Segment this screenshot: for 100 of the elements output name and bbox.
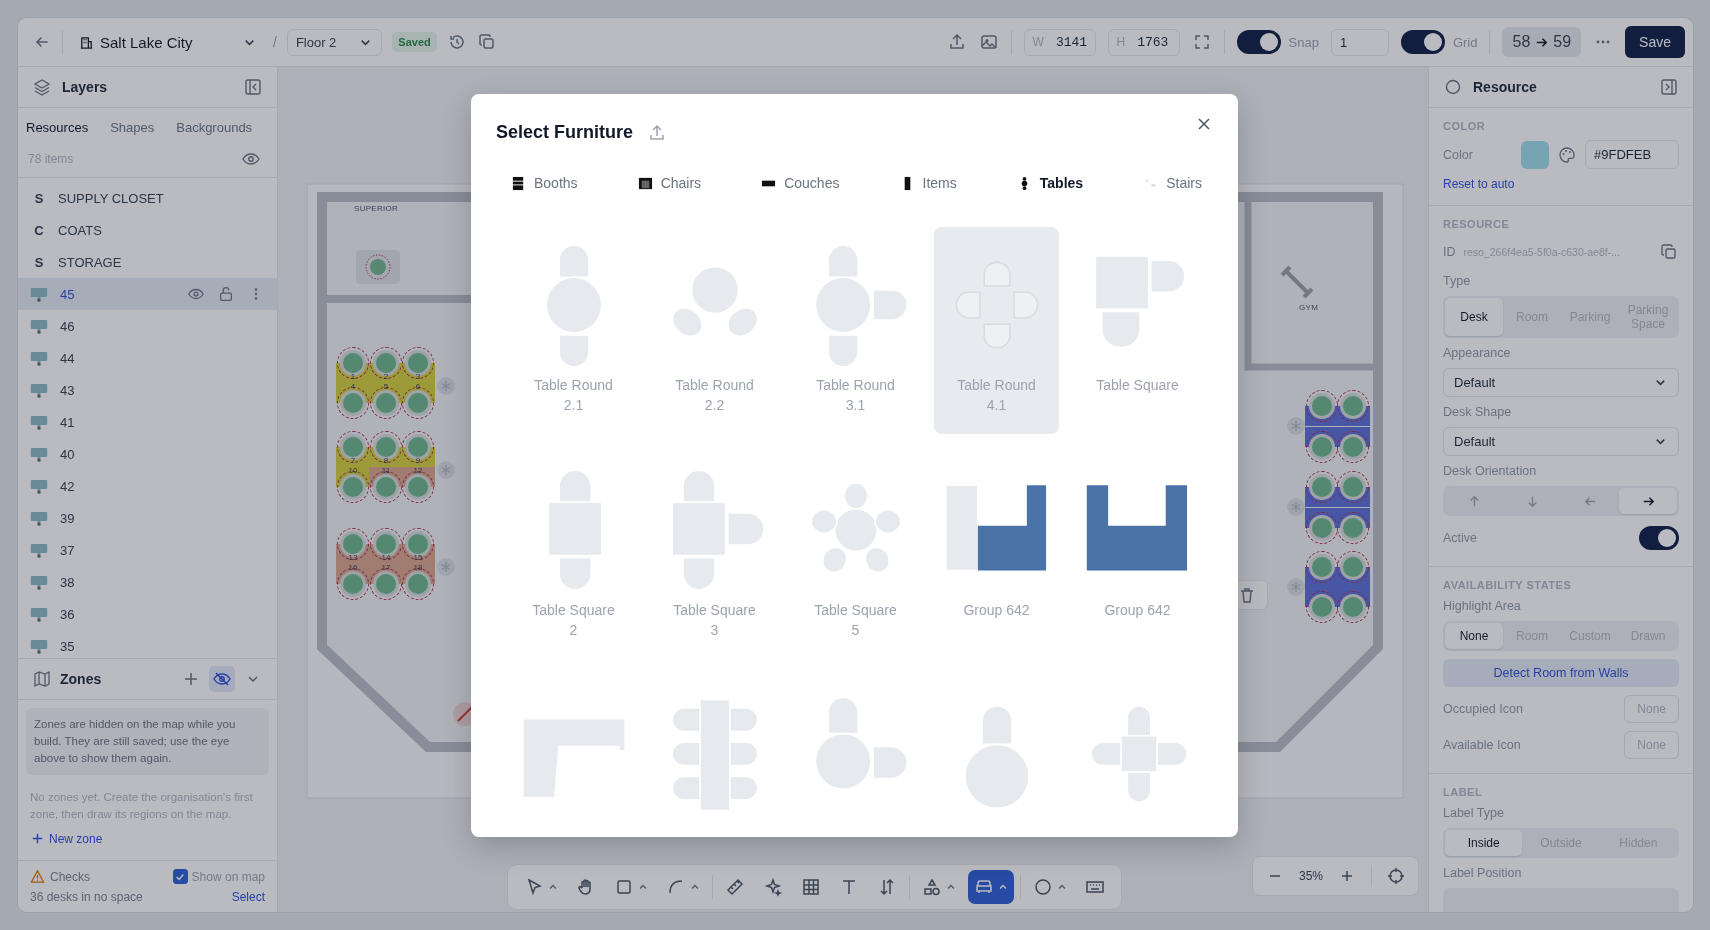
layer-item[interactable]: S SUPPLY CLOSET [18,182,277,214]
color-swatch[interactable] [1521,140,1549,169]
color-hex-field[interactable]: #9FDFEB [1585,140,1679,169]
furniture-tile[interactable]: Table Square 2 [511,452,636,659]
category-tab[interactable]: Booths [511,175,578,191]
monitor-icon [30,541,48,559]
detect-room-button[interactable]: Detect Room from Walls [1443,659,1679,687]
desk-number: 2 [383,373,389,381]
field-label: Type [1443,274,1472,288]
layer-name: SUPPLY CLOSET [58,190,164,206]
layer-item[interactable]: 46 [18,310,277,342]
sparkle-icon [763,877,783,897]
palette-icon[interactable] [1557,144,1577,165]
panel-title: Layers [62,79,108,95]
layer-item[interactable]: 35 [18,630,277,658]
layer-item[interactable]: 36 [18,598,277,630]
field-label: Desk Shape [1443,405,1513,419]
snap-input[interactable]: 1 [1330,28,1389,56]
layer-tab[interactable]: Shapes [110,120,155,135]
label-type-option[interactable]: Inside [1445,830,1523,856]
furniture-tile[interactable]: Group 642 [1075,452,1200,659]
desk-number: 6 [415,383,421,391]
type-option[interactable]: Desk [1445,298,1503,336]
category-tab[interactable]: Couches [761,175,840,191]
layer-name: 37 [60,542,75,558]
layer-name: 39 [60,510,75,526]
room-label: SUPERIOR [354,204,399,213]
image-icon[interactable] [978,32,999,52]
copy-icon[interactable] [476,32,497,52]
layer-tab[interactable]: Resources [26,120,89,135]
hide-zones-button[interactable] [209,666,235,692]
checks-title: Checks [50,869,90,884]
field-label: Desk Orientation [1443,464,1538,478]
panel-title: Resource [1473,79,1537,95]
layer-item[interactable]: 43 [18,374,277,406]
caret-icon [1057,882,1067,892]
save-button[interactable]: Save [1625,26,1685,58]
layer-name: STORAGE [58,254,122,270]
layer-item[interactable]: 37 [18,534,277,566]
unlock-icon[interactable] [217,285,235,303]
snap-toggle[interactable] [1236,30,1281,54]
category-tab[interactable]: Tables [1016,175,1084,191]
desk-icon [356,250,400,284]
appearance-select[interactable]: Default [1443,368,1679,397]
monitor-icon [30,605,48,623]
furniture-tile[interactable]: Table Square 3 [652,452,777,659]
furniture-tile[interactable]: Table Round 3.1 [793,227,918,434]
field-label: Occupied Icon [1443,702,1523,716]
desk-number: 7 [350,457,356,465]
location-dropdown[interactable]: Salt Lake City [73,29,263,55]
layer-name: 44 [60,350,75,366]
category-tab[interactable]: Chairs [637,175,702,191]
layer-item[interactable]: C COATS [18,214,277,246]
zoom-level: 35% [1299,869,1324,883]
select-link[interactable]: Select [231,890,265,904]
layer-item[interactable]: 39 [18,502,277,534]
desk-number: 5 [383,383,389,391]
furniture-tile[interactable]: Table Round 2.2 [652,227,777,434]
ruler-icon [725,877,745,897]
field-label: Available Icon [1443,738,1521,752]
active-toggle[interactable] [1639,526,1679,550]
checkbox[interactable] [172,869,188,884]
furniture-tile[interactable]: Table Round 2.1 [511,227,636,434]
copy-icon[interactable] [1659,242,1679,262]
desk-shape-select[interactable]: Default [1443,427,1679,456]
layer-item[interactable]: S STORAGE [18,246,277,278]
category-tab[interactable]: Stairs [1143,175,1202,191]
checks-summary: 36 desks in no space [30,890,143,904]
furniture-tile[interactable]: Table Square [1075,227,1200,434]
layer-item[interactable]: 40 [18,438,277,470]
collapse-panel-icon[interactable] [1659,77,1679,97]
layer-item[interactable]: 45 [18,278,277,310]
circle-icon [1033,877,1053,897]
layer-letter: S [33,254,45,270]
layer-item[interactable]: 42 [18,470,277,502]
layer-name: 40 [60,446,75,462]
furniture-tile[interactable]: Group 642 [934,452,1059,659]
grid-toggle[interactable] [1400,30,1445,54]
asterisk-icon [436,376,456,396]
monitor-icon [30,573,48,591]
panel-title: Zones [60,671,102,687]
furniture-tool[interactable] [968,870,1014,904]
desk-number: 4 [350,383,356,391]
checkmark-icon [175,871,186,882]
highlight-option[interactable]: None [1445,623,1503,649]
furniture-tile[interactable]: Table Square 5 [793,452,918,659]
circle-icon [1443,77,1463,97]
layer-item[interactable]: 44 [18,342,277,374]
crosshair-icon[interactable] [1386,866,1407,886]
field-label: Label Position [1443,866,1523,880]
collapse-panel-icon[interactable] [243,77,263,97]
reset-to-auto-link[interactable]: Reset to auto [1443,177,1679,191]
category-tab[interactable]: Items [899,175,957,191]
new-zone-link[interactable]: New zone [26,829,269,856]
layer-tab[interactable]: Backgrounds [176,120,253,135]
layer-item[interactable]: 41 [18,406,277,438]
floor-dropdown[interactable]: Floor 2 [286,28,383,56]
shapes-icon [922,877,942,897]
asterisk-icon [1286,416,1306,436]
layer-item[interactable]: 38 [18,566,277,598]
